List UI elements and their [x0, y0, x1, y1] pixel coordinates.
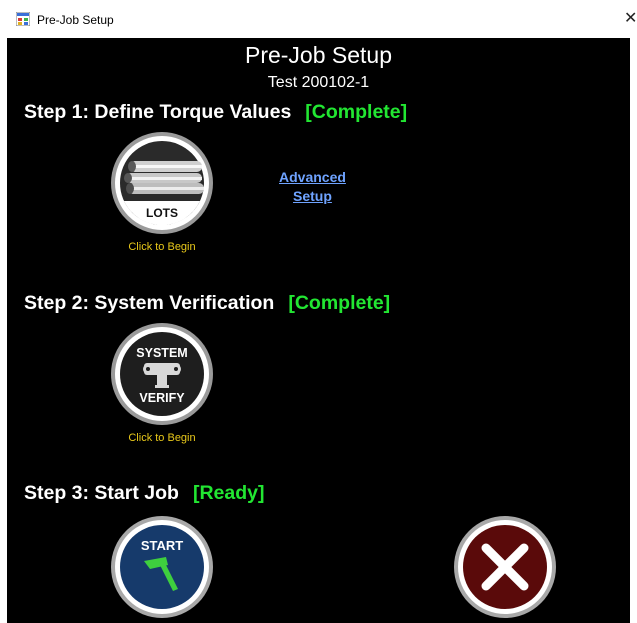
system-label: SYSTEM: [136, 346, 187, 360]
title-bar: Pre-Job Setup ✕: [0, 0, 637, 38]
step-1-row: Step 1: Define Torque Values [Complete]: [24, 101, 407, 124]
step-3-row: Step 3: Start Job [Ready]: [24, 482, 264, 505]
cancel-button[interactable]: [453, 515, 557, 619]
window-title: Pre-Job Setup: [37, 13, 114, 27]
advanced-setup-link[interactable]: Advanced Setup: [279, 168, 346, 206]
step-2-status: [Complete]: [288, 292, 391, 314]
advanced-setup-link-line2: Setup: [293, 188, 332, 204]
step-1-caption: Click to Begin: [128, 241, 196, 253]
page-title: Pre-Job Setup: [244, 42, 393, 68]
advanced-setup-link-line1: Advanced: [279, 169, 346, 185]
step-3-status: [Ready]: [192, 482, 265, 504]
start-job-button[interactable]: START: [110, 515, 214, 619]
main-panel: Pre-Job Setup Test 200102-1 Step 1: Defi…: [7, 38, 630, 623]
lots-button[interactable]: LOTS: [110, 131, 214, 235]
start-label: START: [141, 538, 183, 553]
step-3-label: Step 3: Start Job: [24, 482, 179, 504]
step-2-row: Step 2: System Verification [Complete]: [24, 292, 390, 315]
verify-label: VERIFY: [139, 391, 185, 405]
step-1-label: Step 1: Define Torque Values: [24, 101, 292, 123]
form-app-icon: [16, 12, 30, 26]
pipes-icon: [124, 161, 204, 194]
window-close-button[interactable]: ✕: [624, 8, 637, 27]
system-verify-button[interactable]: SYSTEM VERIFY: [110, 322, 214, 426]
step-2-label: Step 2: System Verification: [24, 292, 275, 314]
lots-button-label: LOTS: [146, 206, 178, 220]
job-subtitle: Test 200102-1: [267, 74, 370, 91]
step-1-status: [Complete]: [305, 101, 408, 123]
step-2-caption: Click to Begin: [128, 432, 196, 444]
